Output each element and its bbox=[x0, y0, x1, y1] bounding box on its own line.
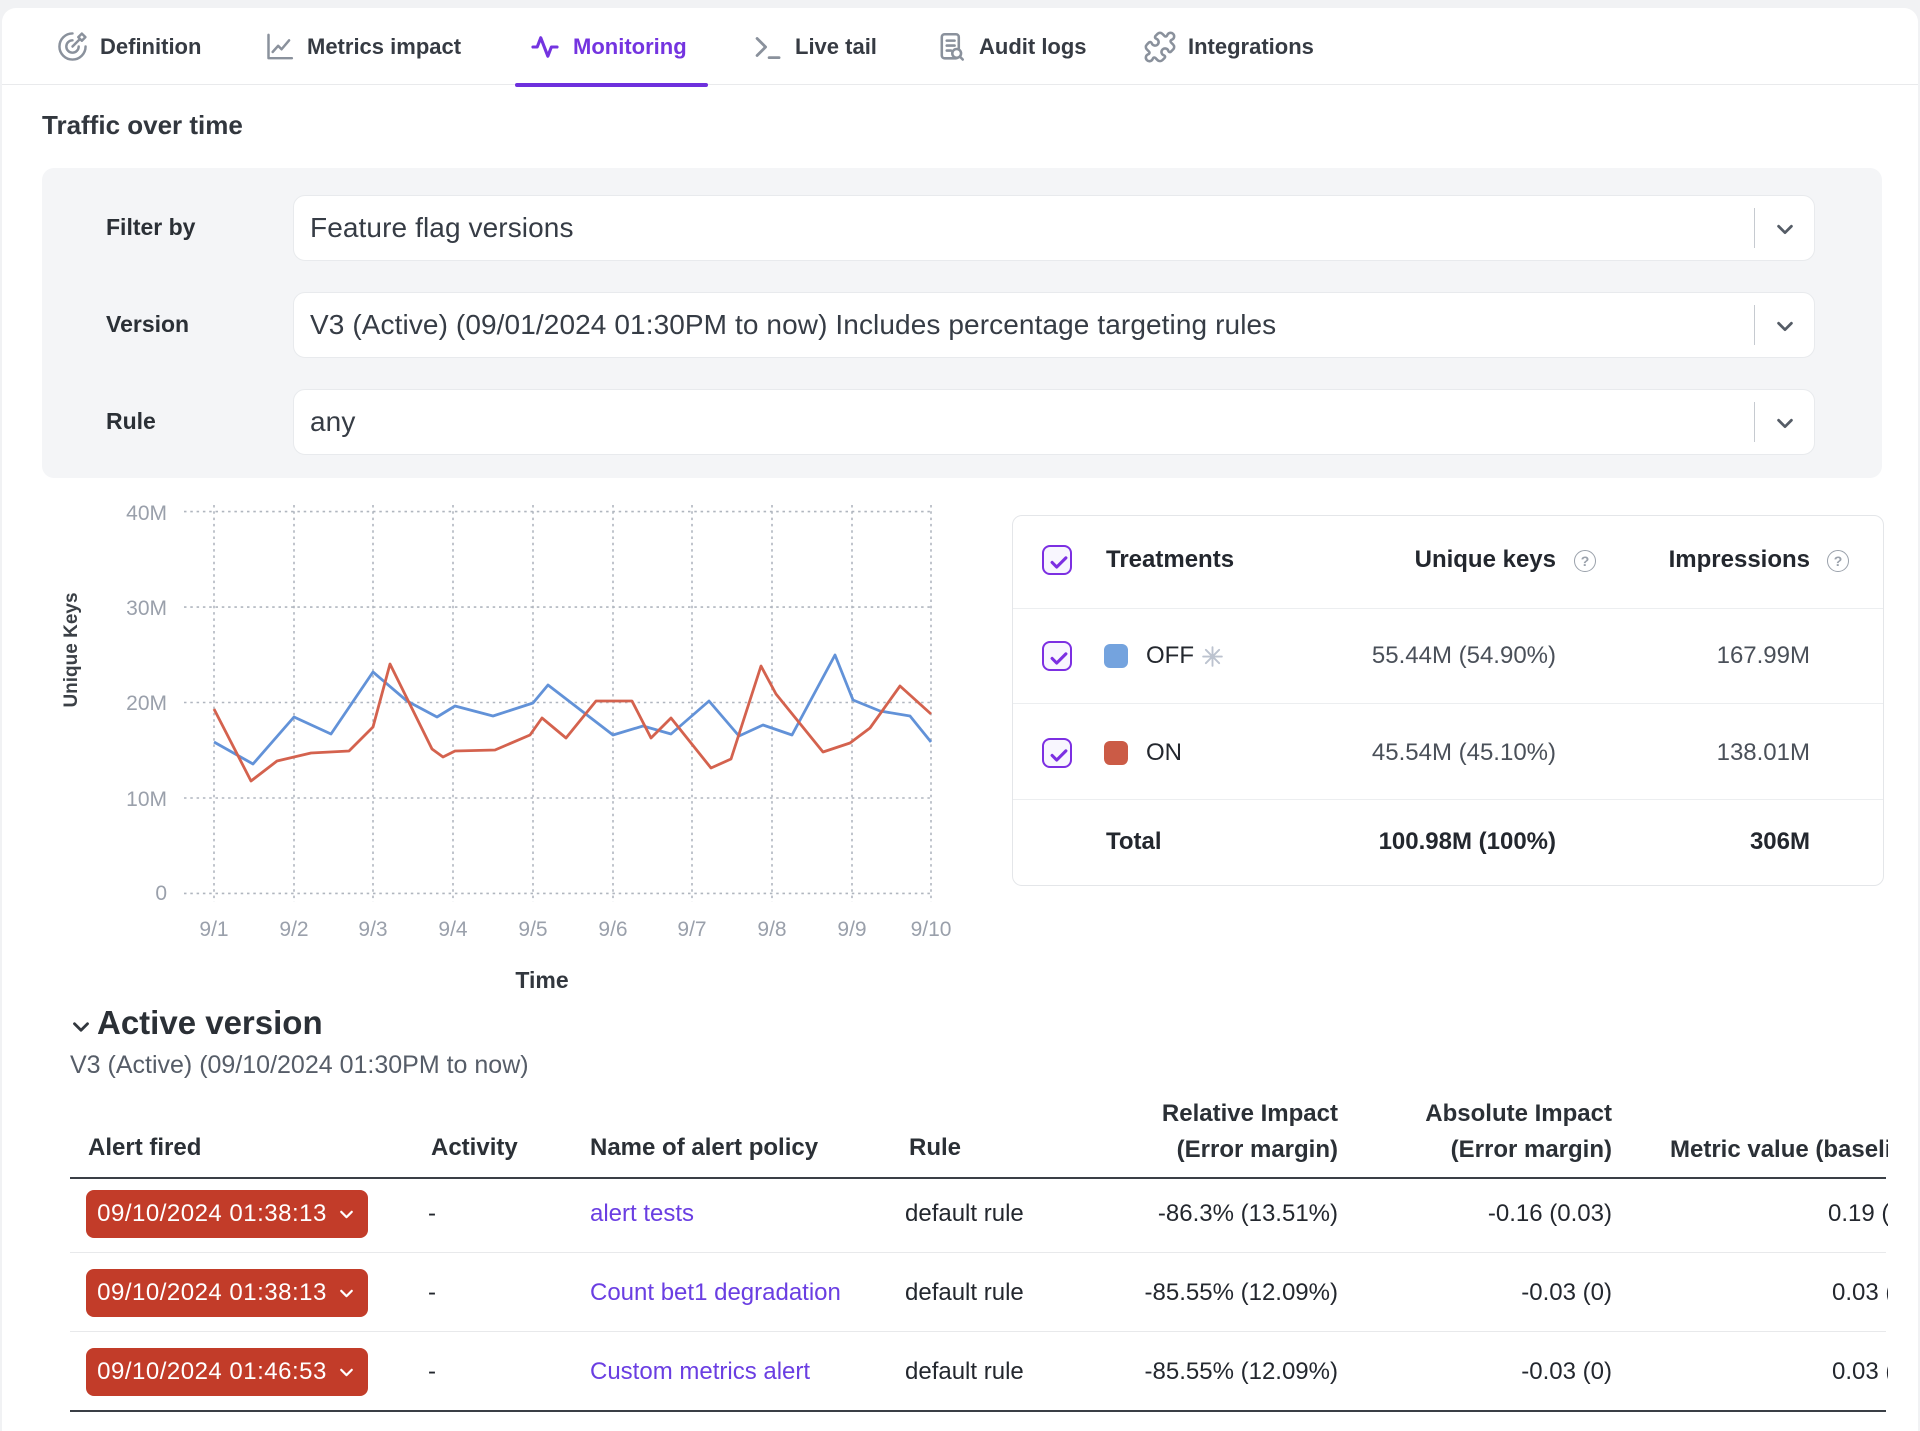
svg-text:9/6: 9/6 bbox=[598, 918, 627, 941]
svg-text:Time: Time bbox=[515, 967, 568, 993]
svg-text:9/3: 9/3 bbox=[358, 918, 387, 941]
svg-text:9/1: 9/1 bbox=[199, 918, 228, 941]
svg-text:9/7: 9/7 bbox=[677, 918, 706, 941]
svg-text:9/10: 9/10 bbox=[911, 918, 952, 941]
svg-text:9/8: 9/8 bbox=[757, 918, 786, 941]
svg-text:Unique Keys: Unique Keys bbox=[61, 592, 82, 707]
svg-text:9/2: 9/2 bbox=[279, 918, 308, 941]
svg-text:9/4: 9/4 bbox=[438, 918, 468, 941]
svg-text:30M: 30M bbox=[126, 597, 167, 620]
svg-text:40M: 40M bbox=[126, 502, 167, 525]
svg-text:20M: 20M bbox=[126, 692, 167, 715]
svg-text:0: 0 bbox=[155, 882, 167, 905]
svg-text:9/5: 9/5 bbox=[518, 918, 547, 941]
svg-text:10M: 10M bbox=[126, 788, 167, 811]
svg-text:9/9: 9/9 bbox=[837, 918, 866, 941]
